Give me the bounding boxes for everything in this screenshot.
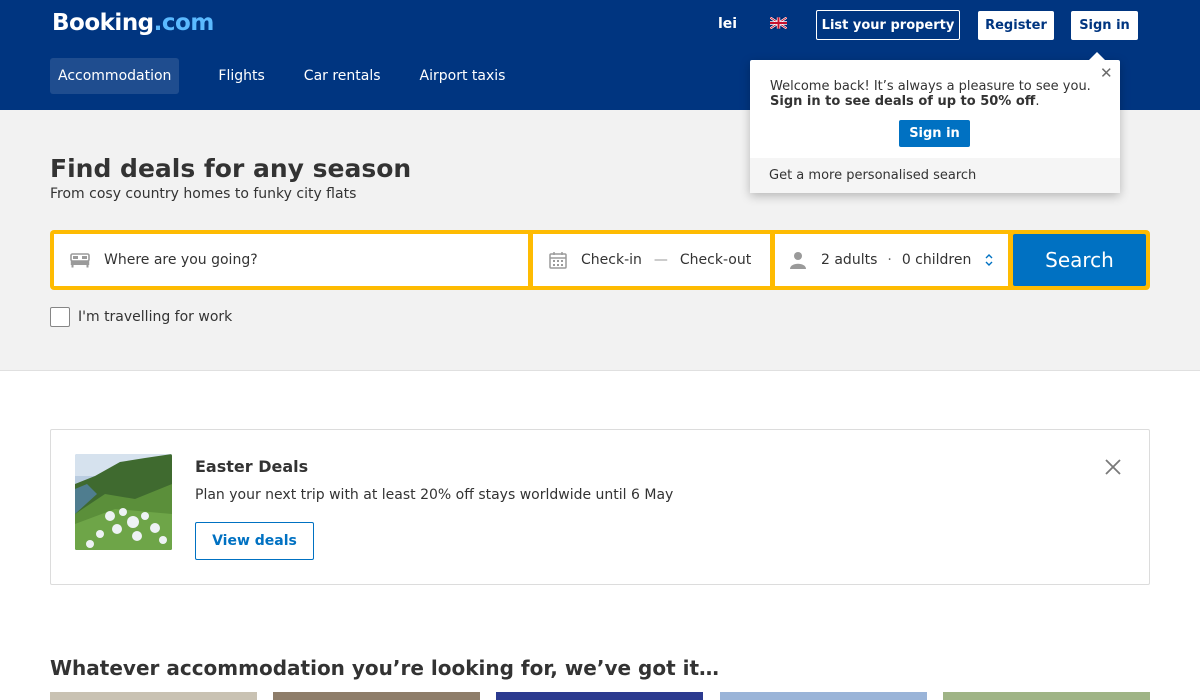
popup-pointer bbox=[1088, 52, 1106, 61]
date-field[interactable]: Check-in — Check-out bbox=[533, 234, 770, 286]
list-property-button[interactable]: List your property bbox=[816, 10, 960, 40]
children-count: 0 children bbox=[901, 252, 972, 268]
work-travel-option[interactable]: I'm travelling for work bbox=[50, 307, 232, 327]
stepper-arrows-icon bbox=[985, 253, 993, 267]
destination-placeholder: Where are you going? bbox=[104, 252, 258, 268]
logo-suffix: .com bbox=[153, 10, 215, 36]
register-button[interactable]: Register bbox=[978, 11, 1054, 40]
popup-line-2-end: . bbox=[1035, 94, 1040, 109]
logo-text: Booking bbox=[52, 10, 154, 36]
nav-item-airport-taxis[interactable]: Airport taxis bbox=[412, 58, 514, 94]
deals-image bbox=[75, 454, 172, 550]
guest-separator: · bbox=[887, 252, 892, 268]
thumbnail[interactable] bbox=[50, 692, 257, 700]
currency-selector[interactable]: lei bbox=[718, 16, 737, 32]
main-nav: Accommodation Flights Car rentals Airpor… bbox=[50, 58, 536, 94]
nav-item-accommodation[interactable]: Accommodation bbox=[50, 58, 180, 94]
work-travel-label: I'm travelling for work bbox=[78, 309, 233, 325]
popup-message: Welcome back! It’s always a pleasure to … bbox=[770, 79, 1091, 109]
sign-in-popup: ✕ Welcome back! It’s always a pleasure t… bbox=[750, 52, 1120, 193]
guests-field[interactable]: 2 adults · 0 children bbox=[775, 234, 1008, 286]
bed-icon bbox=[70, 252, 90, 268]
deals-title: Easter Deals bbox=[195, 457, 309, 476]
person-icon bbox=[789, 251, 807, 269]
booking-logo[interactable]: Booking.com bbox=[52, 10, 214, 36]
uk-flag-icon[interactable] bbox=[770, 17, 787, 29]
view-deals-button[interactable]: View deals bbox=[195, 522, 314, 560]
popup-line-2: Sign in to see deals of up to 50% off bbox=[770, 94, 1036, 109]
popup-footer: Get a more personalised search bbox=[750, 158, 1120, 193]
adults-count: 2 adults bbox=[821, 252, 878, 268]
deals-description: Plan your next trip with at least 20% of… bbox=[195, 487, 674, 503]
accommodation-type-thumbnails bbox=[50, 692, 1150, 700]
nav-item-car-rentals[interactable]: Car rentals bbox=[296, 58, 389, 94]
hero-subtitle: From cosy country homes to funky city fl… bbox=[50, 186, 357, 202]
thumbnail[interactable] bbox=[273, 692, 480, 700]
search-bar: Where are you going? Check-in — Check-ou… bbox=[50, 230, 1150, 290]
sign-in-button[interactable]: Sign in bbox=[1071, 11, 1138, 40]
popup-line-1: Welcome back! It’s always a pleasure to … bbox=[770, 79, 1091, 94]
work-travel-checkbox[interactable] bbox=[50, 307, 70, 327]
close-icon[interactable] bbox=[1103, 457, 1123, 477]
date-dash: — bbox=[653, 252, 668, 268]
thumbnail[interactable] bbox=[720, 692, 927, 700]
accommodation-section-title: Whatever accommodation you’re looking fo… bbox=[50, 656, 720, 680]
calendar-icon bbox=[549, 251, 567, 269]
destination-field[interactable]: Where are you going? bbox=[54, 234, 528, 286]
search-button[interactable]: Search bbox=[1013, 234, 1146, 286]
popup-sign-in-button[interactable]: Sign in bbox=[899, 120, 970, 147]
hero-title: Find deals for any season bbox=[50, 154, 412, 183]
easter-deals-banner: Easter Deals Plan your next trip with at… bbox=[50, 429, 1150, 585]
checkin-label: Check-in bbox=[581, 252, 642, 268]
thumbnail[interactable] bbox=[496, 692, 703, 700]
nav-item-flights[interactable]: Flights bbox=[210, 58, 272, 94]
checkout-label: Check-out bbox=[679, 252, 752, 268]
close-icon[interactable]: ✕ bbox=[1100, 64, 1113, 82]
thumbnail[interactable] bbox=[943, 692, 1150, 700]
